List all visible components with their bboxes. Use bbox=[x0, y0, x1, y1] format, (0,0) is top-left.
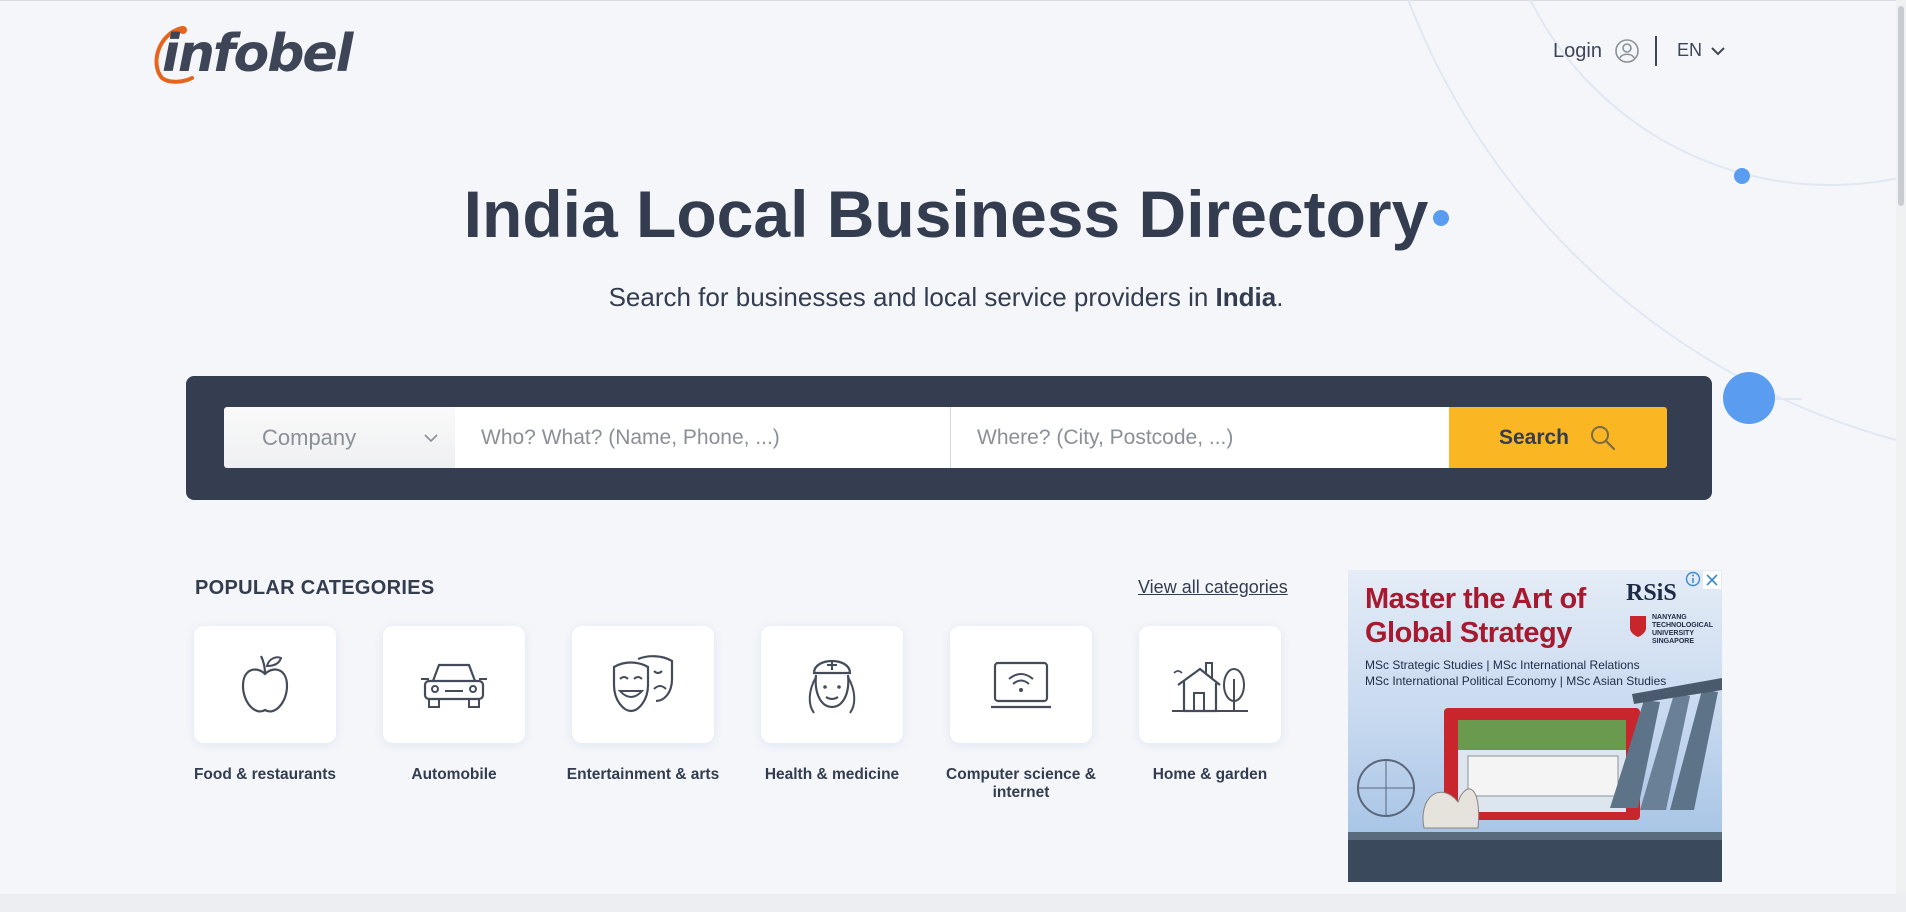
category-label: Food & restaurants bbox=[193, 766, 337, 783]
category-label: Entertainment & arts bbox=[566, 766, 720, 783]
ad-university-name: NANYANG TECHNOLOGICAL UNIVERSITY SINGAPO… bbox=[1652, 614, 1713, 645]
nurse-icon bbox=[808, 659, 856, 714]
infobel-logo[interactable]: infobel bbox=[150, 22, 354, 88]
subtitle-period: . bbox=[1276, 282, 1284, 312]
category-label: Home & garden bbox=[1152, 766, 1268, 783]
car-icon bbox=[421, 663, 487, 708]
chevron-down-icon bbox=[424, 434, 438, 443]
chevron-down-icon bbox=[1711, 46, 1725, 55]
ad-headline-line-2: Global Strategy bbox=[1365, 617, 1572, 649]
category-card bbox=[572, 626, 714, 743]
university-crest-icon bbox=[1630, 616, 1646, 637]
search-type-label: Company bbox=[262, 424, 357, 450]
category-card bbox=[383, 626, 525, 743]
house-tree-icon bbox=[1172, 661, 1248, 712]
page-bottom-strip bbox=[0, 894, 1906, 912]
where-input[interactable] bbox=[951, 407, 1449, 468]
search-icon bbox=[1591, 425, 1616, 450]
category-label: Automobile bbox=[411, 766, 497, 783]
login-label: Login bbox=[1553, 39, 1602, 62]
apple-icon bbox=[241, 655, 289, 712]
category-card bbox=[1139, 626, 1281, 743]
login-button[interactable]: Login bbox=[1553, 38, 1640, 64]
popular-categories-heading: POPULAR CATEGORIES bbox=[195, 577, 435, 599]
ad-programs-line-2: MSc International Political Economy | MS… bbox=[1365, 674, 1667, 688]
category-card bbox=[950, 626, 1092, 743]
subtitle-text: Search for businesses and local service … bbox=[608, 282, 1216, 312]
advertisement-banner[interactable]: Master the Art of Global Strategy MSc St… bbox=[1348, 570, 1722, 882]
top-border bbox=[0, 0, 1906, 1]
category-label: Computer science & internet bbox=[946, 766, 1096, 801]
search-button[interactable]: Search bbox=[1449, 407, 1667, 468]
search-bar: Company Search bbox=[186, 376, 1712, 500]
page-title: India Local Business Directory bbox=[0, 176, 1892, 252]
language-selector[interactable]: EN bbox=[1677, 40, 1726, 61]
ad-programs-line-1: MSc Strategic Studies | MSc Internationa… bbox=[1365, 658, 1640, 672]
theater-masks-icon bbox=[612, 654, 674, 712]
title-country: India bbox=[463, 177, 618, 251]
category-card bbox=[761, 626, 903, 743]
laptop-wifi-icon bbox=[991, 661, 1051, 708]
category-card bbox=[194, 626, 336, 743]
title-text: Local Business Directory bbox=[617, 177, 1429, 251]
user-icon bbox=[1615, 39, 1639, 63]
category-label: Health & medicine bbox=[764, 766, 900, 783]
page-subtitle: Search for businesses and local service … bbox=[0, 282, 1892, 313]
search-type-select[interactable]: Company bbox=[224, 407, 455, 468]
view-all-categories-link[interactable]: View all categories bbox=[1138, 577, 1288, 598]
subtitle-country: India bbox=[1215, 282, 1277, 312]
ad-headline-line-1: Master the Art of bbox=[1365, 583, 1586, 615]
language-label: EN bbox=[1677, 40, 1703, 60]
ad-headline: Master the Art of Global Strategy bbox=[1365, 582, 1586, 650]
header-divider bbox=[1655, 36, 1657, 66]
search-button-label: Search bbox=[1498, 425, 1570, 449]
ad-close-icon[interactable] bbox=[1703, 571, 1721, 589]
ad-info-icon[interactable] bbox=[1685, 571, 1701, 587]
scrollbar-thumb[interactable] bbox=[1898, 6, 1904, 206]
who-input[interactable] bbox=[455, 407, 951, 468]
ad-brand-logo: RSiS bbox=[1626, 580, 1677, 606]
logo-text: infobel bbox=[162, 24, 354, 84]
